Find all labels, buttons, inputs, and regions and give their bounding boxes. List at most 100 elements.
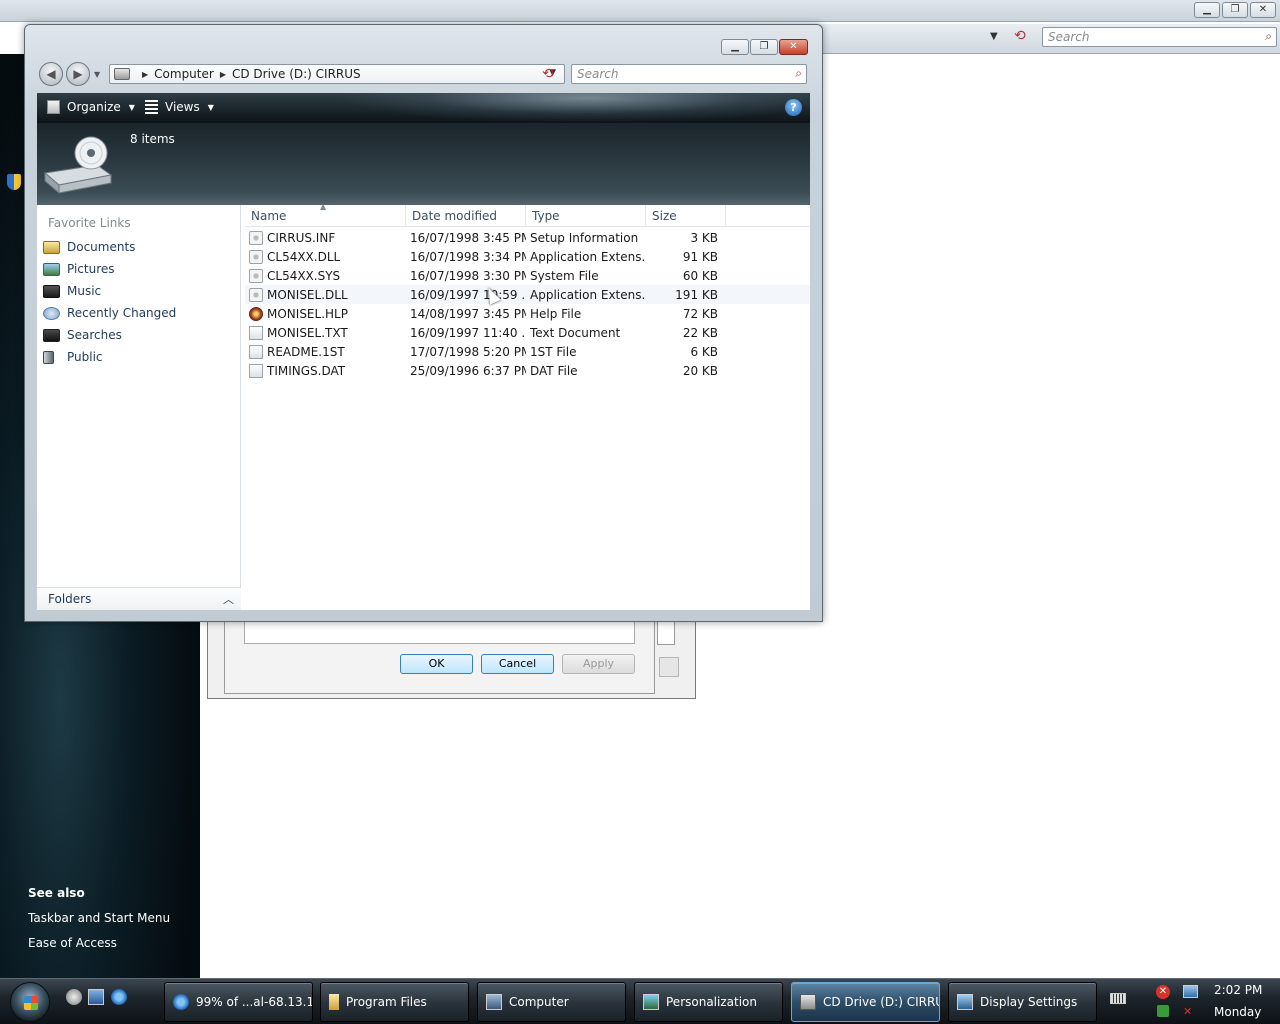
favorite-link-documents[interactable]: Documents [43,240,135,254]
taskbar-button-display-settings[interactable]: Display Settings [948,982,1097,1022]
favorite-link-recently-changed[interactable]: Recently Changed [43,306,176,320]
search-input[interactable]: Search ⌕ [571,64,807,84]
file-row[interactable]: CIRRUS.INF 16/07/1998 3:45 PM Setup Info… [245,228,810,247]
update-icon[interactable] [1157,1005,1169,1017]
file-row[interactable]: MONISEL.HLP 14/08/1997 3:45 PM Help File… [245,304,810,323]
file-row[interactable]: CL54XX.SYS 16/07/1998 3:30 PM System Fil… [245,266,810,285]
cd-drive-large-icon [43,136,113,195]
organize-button[interactable]: Organize ▼ [47,100,135,114]
column-header-date-modified[interactable]: Date modified [406,205,526,227]
volume-muted-icon[interactable]: ✕ [1183,1005,1199,1018]
generic-file-icon [249,344,263,359]
dialog-list-box[interactable] [244,622,635,644]
file-row[interactable]: MONISEL.TXT 16/09/1997 11:40 ... Text Do… [245,323,810,342]
file-date: 16/07/1998 3:30 PM [410,268,526,283]
file-row-hovered[interactable]: MONISEL.DLL 16/09/1997 10:59 ... Applica… [245,285,810,304]
refresh-icon[interactable]: ⟲ [1014,28,1026,44]
help-icon[interactable]: ? [785,99,802,116]
column-header-type[interactable]: Type [526,205,646,227]
cancel-button[interactable]: Cancel [481,654,554,674]
ok-button[interactable]: OK [400,654,473,674]
computer-icon [486,994,502,1010]
navigation-buttons: ◀ ▶ ▼ [39,62,100,86]
start-button[interactable] [10,982,50,1022]
file-date: 14/08/1997 3:45 PM [410,306,526,321]
column-header-name[interactable]: ▲ Name [245,202,406,227]
file-type: Application Extens... [530,287,646,302]
security-alert-icon[interactable]: ✕ [1156,985,1170,999]
close-button[interactable]: ✕ [779,39,808,55]
taskbar-button-download[interactable]: 99% of ...al-68.13.1.... [164,982,313,1022]
taskbar-button-program-files[interactable]: Program Files [320,982,469,1022]
network-icon[interactable] [1183,985,1198,998]
file-row[interactable]: TIMINGS.DAT 25/09/1996 6:37 PM DAT File … [245,361,810,380]
maximize-button[interactable]: ❐ [750,39,778,55]
ease-of-access-link[interactable]: Ease of Access [28,936,117,950]
breadcrumb-cd-drive[interactable]: CD Drive (D:) CIRRUS [232,67,361,81]
file-size: 191 KB [675,287,718,302]
dialog-side-button[interactable] [659,657,679,677]
file-list: CIRRUS.INF 16/07/1998 3:45 PM Setup Info… [245,228,810,380]
inf-file-icon [249,230,263,245]
file-row[interactable]: CL54XX.DLL 16/07/1998 3:34 PM Applicatio… [245,247,810,266]
explorer-body: Favorite Links Documents Pictures Music … [37,202,810,610]
file-date: 17/07/1998 5:20 PM [410,344,526,359]
navigation-pane: Favorite Links Documents Pictures Music … [37,205,241,610]
back-button[interactable]: ◀ [39,62,63,86]
show-desktop-icon[interactable] [88,989,104,1005]
refresh-icon[interactable]: ⟲ [542,66,554,82]
taskbar-button-personalization[interactable]: Personalization [634,982,783,1022]
favorite-link-public[interactable]: Public [43,350,103,364]
forward-button[interactable]: ▶ [66,62,90,86]
cd-drive-icon [800,994,816,1010]
dialog-panel: OK Cancel Apply [224,621,655,694]
minimize-button[interactable]: ▁ [721,39,749,55]
folders-toggle[interactable]: Folders ︿ [37,587,241,610]
breadcrumb-separator-icon[interactable]: ▶ [220,70,226,79]
file-name: CL54XX.SYS [267,268,341,283]
background-search-input[interactable]: Search ⌕ [1042,27,1277,47]
taskbar-button-cd-drive[interactable]: CD Drive (D:) CIRRUS [791,982,940,1022]
views-icon [145,100,158,114]
clock-day[interactable]: Monday [1214,1005,1261,1019]
favorite-links-heading: Favorite Links [48,216,131,230]
file-type: Setup Information [530,230,639,245]
file-row[interactable]: README.1ST 17/07/1998 5:20 PM 1ST File 6… [245,342,810,361]
chevron-down-icon[interactable]: ▼ [990,31,998,42]
favorite-link-label: Documents [67,240,136,254]
apply-button[interactable]: Apply [562,654,635,674]
favorite-link-searches[interactable]: Searches [43,328,122,342]
dll-file-icon [249,249,263,264]
breadcrumb-computer[interactable]: Computer [154,67,214,81]
address-bar[interactable]: ▶ Computer ▶ CD Drive (D:) CIRRUS ▼ [109,64,565,84]
column-headers: ▲ Name Date modified Type Size [245,202,810,227]
file-name: CIRRUS.INF [267,230,336,245]
search-icon[interactable]: ⌕ [795,66,802,81]
taskbar-start-menu-link[interactable]: Taskbar and Start Menu [28,911,170,925]
clock-time[interactable]: 2:02 PM [1214,983,1262,997]
keyboard-icon[interactable] [1110,993,1126,1004]
explorer-window: ▁ ❐ ✕ ◀ ▶ ▼ ▶ Computer ▶ CD Drive (D:) C… [24,24,823,622]
organize-label: Organize [67,100,121,114]
quick-launch-media-icon[interactable] [66,989,82,1005]
search-icon[interactable]: ⌕ [1265,29,1272,44]
dll-file-icon [249,287,263,302]
minimize-button[interactable]: ▁ [1194,2,1220,18]
recent-pages-dropdown[interactable]: ▼ [94,70,100,79]
favorite-link-label: Pictures [67,262,115,276]
file-type: Application Extens... [530,249,646,264]
file-size: 3 KB [690,230,718,245]
close-button[interactable]: ✕ [1250,2,1276,18]
maximize-button[interactable]: ❐ [1222,2,1248,18]
favorite-link-pictures[interactable]: Pictures [43,262,115,276]
views-button[interactable]: Views ▼ [145,100,214,114]
column-header-size[interactable]: Size [646,205,726,227]
taskbar-button-computer[interactable]: Computer [477,982,626,1022]
windows-logo-icon [24,996,38,1010]
favorite-link-music[interactable]: Music [43,284,101,298]
internet-explorer-icon[interactable] [111,989,127,1005]
taskbar-button-label: Computer [509,995,569,1009]
breadcrumb-separator-icon[interactable]: ▶ [142,70,148,79]
file-type: DAT File [530,363,578,378]
cd-drive-icon [114,68,130,80]
